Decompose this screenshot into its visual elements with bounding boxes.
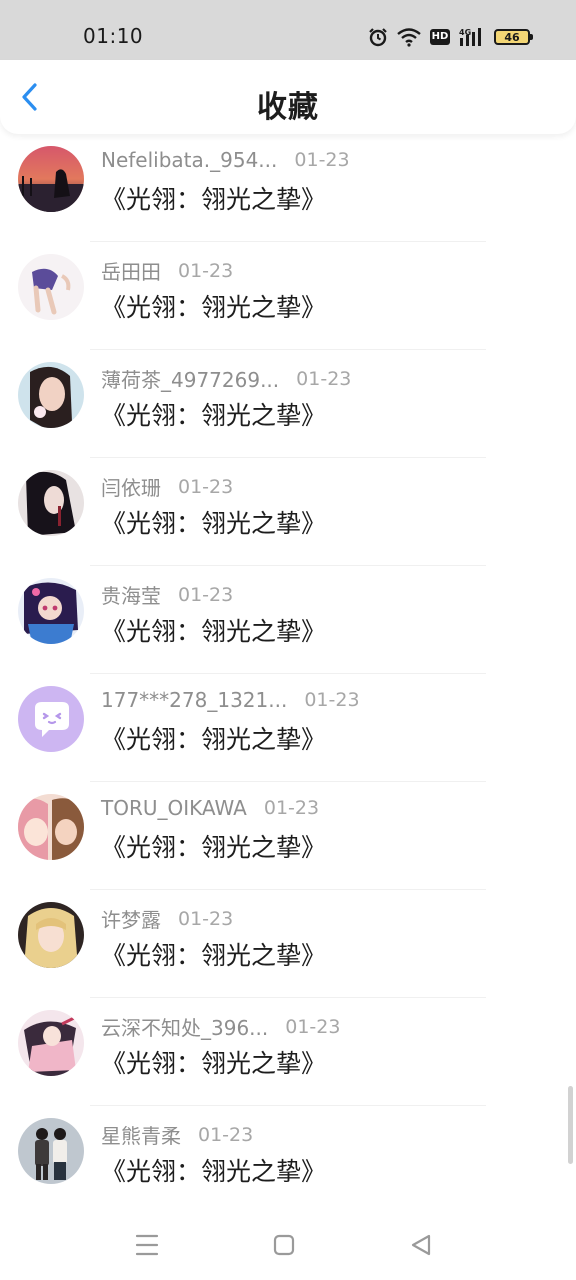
status-time: 01:10 [83,24,144,48]
book-title[interactable]: 《光翎：翎光之挚》 [101,1152,326,1188]
user-name[interactable]: 贵海莹 [101,580,161,609]
favorite-meta: 薄荷茶_4977269... 01-23 [101,364,351,393]
favorite-date: 01-23 [285,1015,341,1038]
favorite-meta: 星熊青柔 01-23 [101,1120,253,1149]
favorite-date: 01-23 [294,149,350,171]
avatar[interactable] [18,578,84,644]
favorite-item[interactable]: 星熊青柔 01-23 《光翎：翎光之挚》 [0,1106,576,1210]
avatar[interactable] [18,1010,84,1076]
menu-icon [135,1234,159,1256]
avatar[interactable] [18,902,84,968]
favorites-list[interactable]: Nefelibata._954... 01-23 《光翎：翎光之挚》 岳田田 0… [0,134,576,1210]
favorite-date: 01-23 [178,259,234,282]
avatar[interactable] [18,254,84,320]
favorite-date: 01-23 [178,907,234,930]
favorite-meta: 许梦露 01-23 [101,904,233,933]
favorite-meta: 贵海莹 01-23 [101,580,233,609]
book-title[interactable]: 《光翎：翎光之挚》 [101,936,326,972]
favorite-date: 01-23 [198,1123,254,1146]
favorite-item[interactable]: 许梦露 01-23 《光翎：翎光之挚》 [0,890,576,998]
user-name[interactable]: 云深不知处_396... [101,1012,268,1041]
status-bar: 01:10 HD 4G 46 [0,0,576,60]
favorite-item[interactable]: 岳田田 01-23 《光翎：翎光之挚》 [0,242,576,350]
battery-level: 46 [504,30,520,44]
book-title[interactable]: 《光翎：翎光之挚》 [101,720,326,756]
favorite-date: 01-23 [178,475,234,498]
avatar[interactable] [18,794,84,860]
user-name[interactable]: 岳田田 [101,256,161,285]
system-back-button[interactable] [404,1228,438,1262]
alarm-icon [368,27,388,47]
favorite-item[interactable]: 薄荷茶_4977269... 01-23 《光翎：翎光之挚》 [0,350,576,458]
home-button[interactable] [267,1228,301,1262]
book-title[interactable]: 《光翎：翎光之挚》 [101,504,326,540]
header: 收藏 [0,60,576,134]
favorite-date: 01-23 [178,583,234,606]
favorite-meta: Nefelibata._954... 01-23 [101,148,350,172]
favorite-meta: 云深不知处_396... 01-23 [101,1012,340,1041]
book-title[interactable]: 《光翎：翎光之挚》 [101,612,326,648]
book-title[interactable]: 《光翎：翎光之挚》 [101,180,326,216]
user-name[interactable]: 177***278_1321... [101,688,287,712]
user-name[interactable]: 星熊青柔 [101,1120,181,1149]
avatar[interactable] [18,470,84,536]
book-title[interactable]: 《光翎：翎光之挚》 [101,828,326,864]
favorite-meta: 岳田田 01-23 [101,256,233,285]
favorite-item[interactable]: 177***278_1321... 01-23 《光翎：翎光之挚》 [0,674,576,782]
favorite-item[interactable]: 闫依珊 01-23 《光翎：翎光之挚》 [0,458,576,566]
avatar[interactable] [18,362,84,428]
user-name[interactable]: Nefelibata._954... [101,148,277,172]
home-square-icon [273,1234,295,1256]
battery-icon: 46 [494,29,533,45]
signal-4g-icon: 4G [459,27,485,47]
page-title: 收藏 [257,90,319,125]
favorite-item[interactable]: TORU_OIKAWA 01-23 《光翎：翎光之挚》 [0,782,576,890]
user-name[interactable]: 薄荷茶_4977269... [101,364,279,393]
hd-icon: HD [430,29,450,45]
favorite-meta: TORU_OIKAWA 01-23 [101,796,319,820]
avatar[interactable] [18,686,84,752]
svg-text:4G: 4G [459,28,471,37]
back-triangle-icon [411,1234,431,1256]
scrollbar[interactable] [568,1086,573,1164]
user-name[interactable]: 许梦露 [101,904,161,933]
chat-bubble-icon [18,686,84,752]
status-icons: HD 4G 46 [368,24,533,50]
favorite-meta: 闫依珊 01-23 [101,472,233,501]
user-name[interactable]: 闫依珊 [101,472,161,501]
favorite-date: 01-23 [304,689,360,711]
book-title[interactable]: 《光翎：翎光之挚》 [101,288,326,324]
avatar[interactable] [18,146,84,212]
book-title[interactable]: 《光翎：翎光之挚》 [101,1044,326,1080]
favorite-date: 01-23 [263,797,320,819]
favorite-item[interactable]: 贵海莹 01-23 《光翎：翎光之挚》 [0,566,576,674]
user-name[interactable]: TORU_OIKAWA [101,796,247,820]
favorite-item[interactable]: Nefelibata._954... 01-23 《光翎：翎光之挚》 [0,134,576,242]
favorite-item[interactable]: 云深不知处_396... 01-23 《光翎：翎光之挚》 [0,998,576,1106]
avatar[interactable] [18,1118,84,1184]
book-title[interactable]: 《光翎：翎光之挚》 [101,396,326,432]
system-nav-bar [0,1210,576,1280]
favorite-date: 01-23 [296,367,352,390]
favorite-meta: 177***278_1321... 01-23 [101,688,360,712]
wifi-icon [397,27,421,47]
recent-apps-button[interactable] [130,1228,164,1262]
